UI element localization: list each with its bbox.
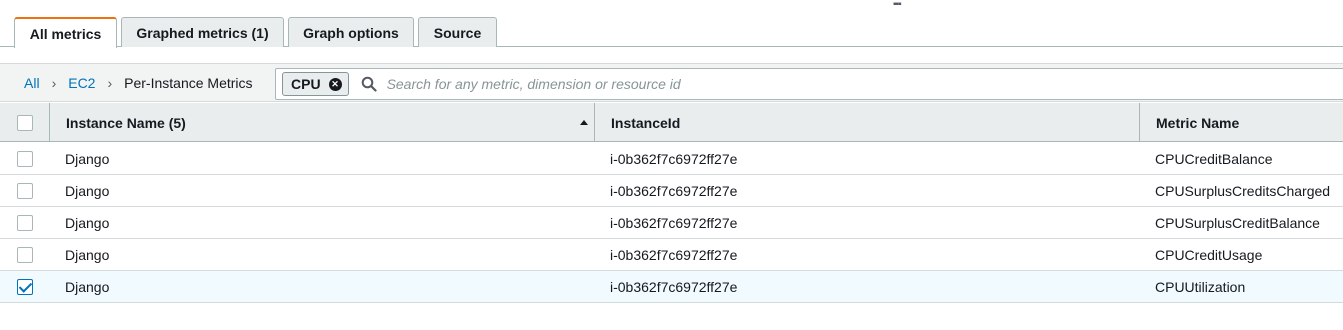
row-checkbox[interactable] [17, 247, 33, 263]
sort-ascending-icon[interactable] [580, 120, 588, 125]
cell-instance-name: Django [65, 183, 110, 199]
breadcrumb-current: Per-Instance Metrics [124, 74, 253, 91]
metrics-panel: All › EC2 › Per-Instance Metrics CPU ✕ I… [0, 63, 1343, 330]
row-checkbox[interactable] [17, 215, 33, 231]
table-row[interactable]: Django i-0b362f7c6972ff27e CPUSurplusCredi… [0, 207, 1343, 239]
breadcrumb-separator-icon: › [107, 74, 113, 91]
header-select-all [0, 103, 50, 142]
remove-token-icon[interactable]: ✕ [328, 77, 342, 91]
row-select-cell [0, 207, 50, 239]
row-select-cell [0, 239, 50, 271]
cell-instance-name: Django [65, 247, 110, 263]
search-icon [361, 76, 377, 92]
row-select-cell [0, 175, 50, 207]
breadcrumb-ec2[interactable]: EC2 [68, 75, 95, 91]
cell-metric-name: CPUCreditBalance [1155, 151, 1273, 167]
row-checkbox[interactable] [17, 151, 33, 167]
select-all-checkbox[interactable] [16, 114, 33, 131]
table-header: Instance Name (5) InstanceId Metric Name [0, 103, 1343, 142]
tab-source[interactable]: Source [418, 17, 497, 47]
cell-instance-id: i-0b362f7c6972ff27e [610, 279, 738, 295]
cell-instance-name: Django [65, 215, 110, 231]
column-header-metric-name[interactable]: Metric Name [1140, 103, 1343, 142]
filter-token: CPU ✕ [282, 72, 349, 96]
search-input[interactable] [384, 75, 985, 93]
column-header-instanceid[interactable]: InstanceId [595, 103, 1140, 142]
table-row[interactable]: Django i-0b362f7c6972ff27e CPUCreditBalanc… [0, 143, 1343, 175]
row-checkbox[interactable] [17, 183, 33, 199]
row-select-cell [0, 143, 50, 175]
column-header-label: Metric Name [1156, 114, 1240, 131]
tab-graphed-metrics[interactable]: Graphed metrics (1) [121, 17, 284, 47]
cell-instance-id: i-0b362f7c6972ff27e [610, 247, 738, 263]
tab-bar: All metrics Graphed metrics (1) Graph op… [0, 17, 1343, 48]
column-header-label: InstanceId [611, 114, 681, 131]
column-header-instance-name[interactable]: Instance Name (5) [50, 103, 595, 142]
cell-instance-name: Django [65, 279, 110, 295]
row-select-cell [0, 271, 50, 303]
cell-metric-name: CPUCreditUsage [1155, 247, 1263, 263]
cell-metric-name: CPUSurplusCreditsCharged [1155, 183, 1331, 199]
filter-bar: All › EC2 › Per-Instance Metrics CPU ✕ [0, 64, 1343, 102]
tab-graph-options[interactable]: Graph options [288, 17, 414, 47]
cell-instance-name: Django [65, 151, 110, 167]
cell-instance-id: i-0b362f7c6972ff27e [610, 151, 738, 167]
column-header-label: Instance Name (5) [66, 114, 186, 131]
cell-metric-name: CPUSurplusCreditBalance [1155, 215, 1320, 231]
table-row[interactable]: Django i-0b362f7c6972ff27e CPUSurplusCredi… [0, 175, 1343, 207]
cell-instance-id: i-0b362f7c6972ff27e [610, 183, 738, 199]
breadcrumb-separator-icon: › [51, 74, 57, 91]
cell-instance-id: i-0b362f7c6972ff27e [610, 215, 738, 231]
filter-token-label: CPU [291, 76, 321, 92]
table-row[interactable]: Django i-0b362f7c6972ff27e CPUCreditUsage [0, 239, 1343, 271]
tab-all-metrics[interactable]: All metrics [14, 17, 117, 48]
row-checkbox-checked[interactable] [17, 279, 33, 295]
resize-handle-icon[interactable]: ▪▪▪ [893, 0, 905, 10]
table-row[interactable]: Django i-0b362f7c6972ff27e CPUUtilization [0, 271, 1343, 303]
cell-metric-name: CPUUtilization [1155, 279, 1246, 295]
search-box: CPU ✕ [275, 68, 1343, 100]
breadcrumb-all[interactable]: All [24, 75, 40, 91]
